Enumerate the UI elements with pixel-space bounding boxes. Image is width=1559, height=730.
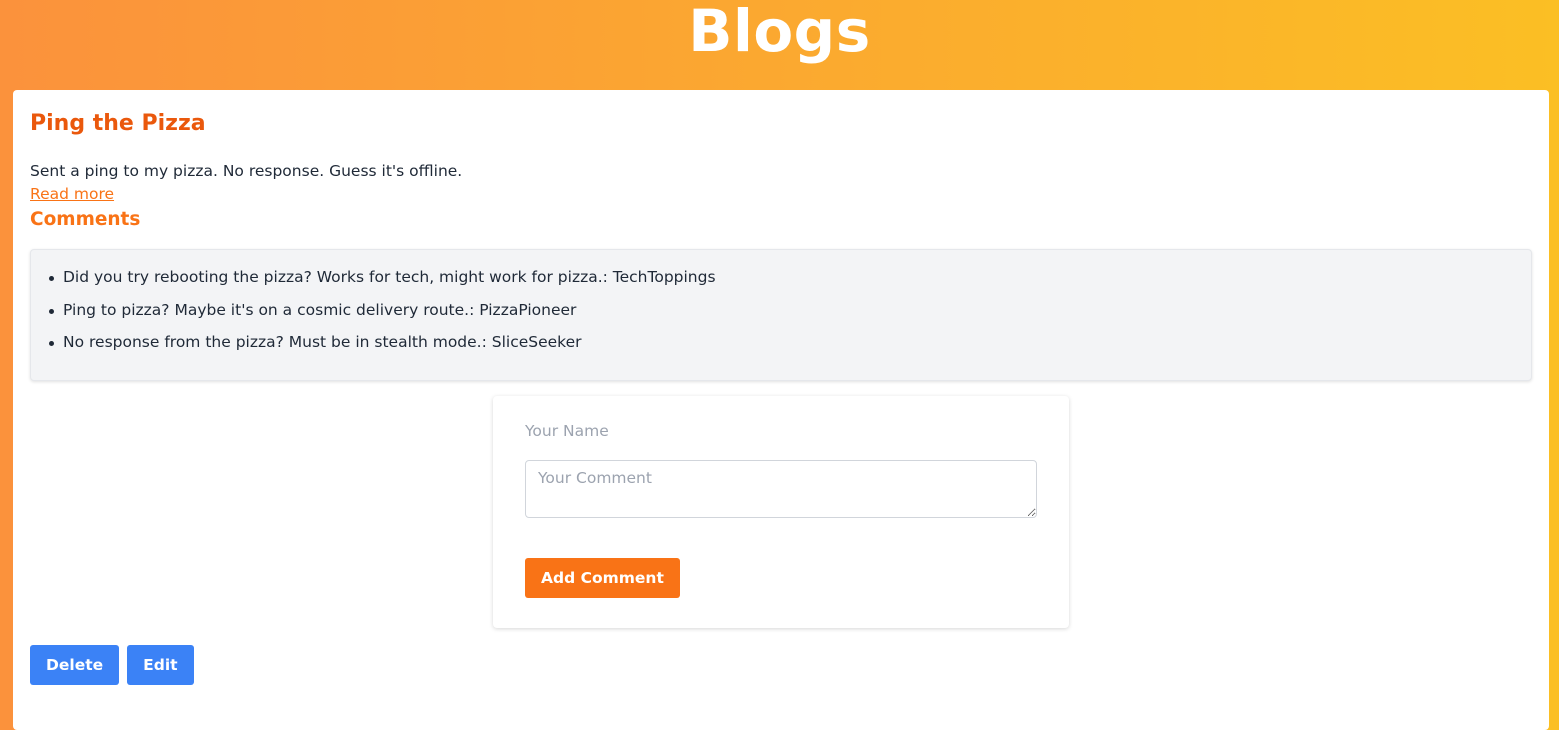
delete-button[interactable]: Delete xyxy=(30,645,120,685)
name-input[interactable] xyxy=(525,420,1037,442)
read-more-link[interactable]: Read more xyxy=(30,184,114,204)
edit-button[interactable]: Edit xyxy=(127,645,194,685)
comment-item: Did you try rebooting the pizza? Works f… xyxy=(49,266,1531,288)
post-title: Ping the Pizza xyxy=(30,111,206,136)
comment-form: Add Comment xyxy=(493,396,1069,628)
page-title: Blogs xyxy=(688,0,871,65)
post-excerpt: Sent a ping to my pizza. No response. Gu… xyxy=(30,162,463,180)
comment-item: Ping to pizza? Maybe it's on a cosmic de… xyxy=(49,299,1531,321)
comment-item: No response from the pizza? Must be in s… xyxy=(49,331,1531,353)
blog-card: Ping the Pizza Sent a ping to my pizza. … xyxy=(13,90,1549,730)
comments-heading: Comments xyxy=(30,209,141,230)
comments-list: Did you try rebooting the pizza? Works f… xyxy=(49,266,1531,353)
post-actions: Delete Edit xyxy=(30,645,194,685)
comment-textarea[interactable] xyxy=(525,460,1037,518)
comments-box: Did you try rebooting the pizza? Works f… xyxy=(30,249,1532,381)
add-comment-button[interactable]: Add Comment xyxy=(525,558,680,598)
page-header: Blogs xyxy=(0,0,1559,90)
